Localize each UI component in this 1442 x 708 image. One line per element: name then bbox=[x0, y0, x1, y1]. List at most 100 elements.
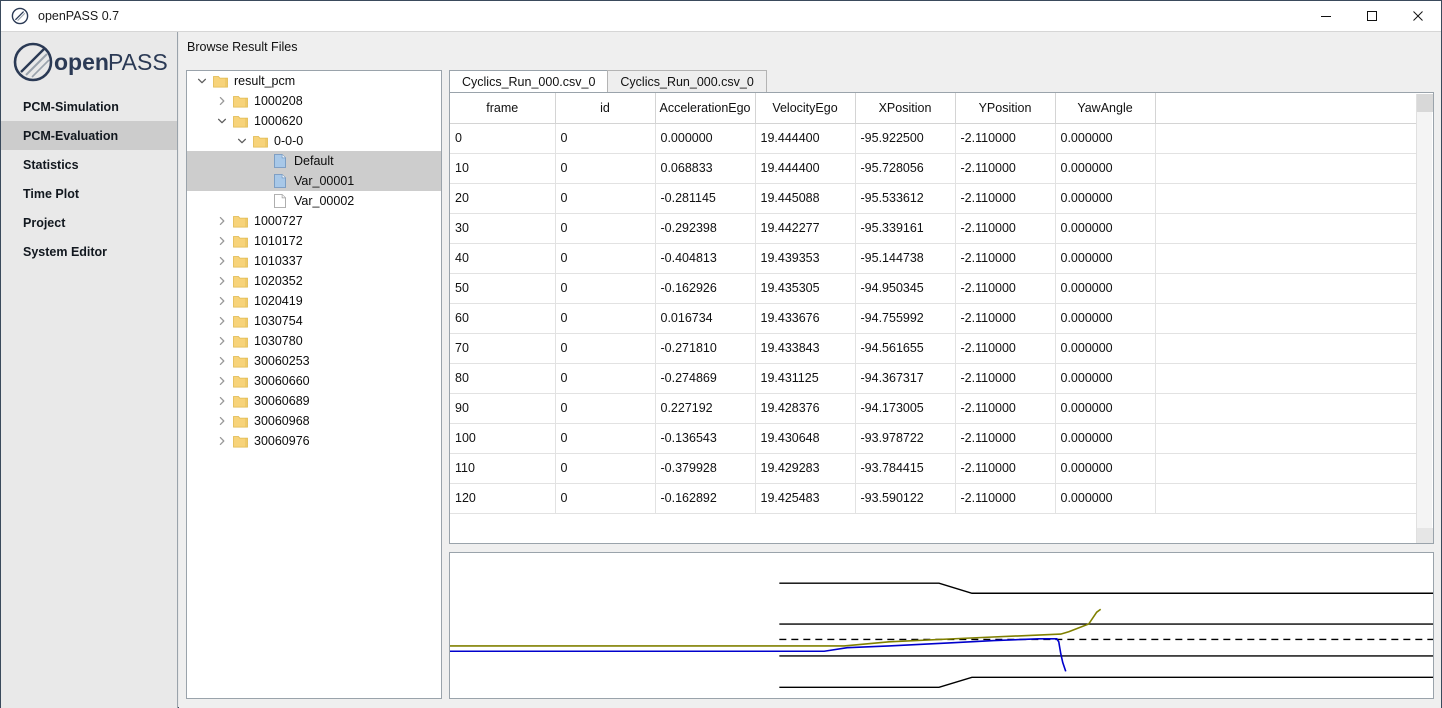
table-cell[interactable]: -0.162892 bbox=[655, 483, 756, 514]
table-cell[interactable]: 19.433843 bbox=[755, 333, 856, 364]
table-cell[interactable]: 10 bbox=[450, 153, 556, 184]
column-header-id[interactable]: id bbox=[555, 93, 656, 124]
table-cell[interactable]: -95.533612 bbox=[855, 183, 956, 214]
tree-node-1030754[interactable]: 1030754 bbox=[187, 311, 441, 331]
chevron-right-icon[interactable] bbox=[213, 416, 230, 426]
tree-node-var-00002[interactable]: Var_00002 bbox=[187, 191, 441, 211]
table-row[interactable]: 100 0 -0.136543 19.430648 -93.978722 -2.11000… bbox=[450, 423, 1417, 454]
table-row[interactable]: 70 0 -0.271810 19.433843 -94.561655 -2.110000… bbox=[450, 333, 1417, 364]
column-header-accelerationego[interactable]: AccelerationEgo bbox=[655, 93, 756, 124]
table-cell[interactable]: 19.435305 bbox=[755, 273, 856, 304]
table-cell[interactable]: 19.439353 bbox=[755, 243, 856, 274]
table-cell[interactable]: 0.000000 bbox=[655, 123, 756, 154]
table-cell[interactable]: 0 bbox=[555, 213, 656, 244]
minimize-button[interactable] bbox=[1303, 1, 1349, 32]
table-cell[interactable]: 0.068833 bbox=[655, 153, 756, 184]
table-cell[interactable]: 0.000000 bbox=[1055, 273, 1156, 304]
table-cell[interactable]: 110 bbox=[450, 453, 556, 484]
table-cell[interactable]: 0.000000 bbox=[1055, 393, 1156, 424]
table-cell[interactable]: -94.950345 bbox=[855, 273, 956, 304]
table-cell[interactable]: 19.428376 bbox=[755, 393, 856, 424]
table-cell[interactable]: -2.110000 bbox=[955, 393, 1056, 424]
table-cell[interactable]: -2.110000 bbox=[955, 243, 1056, 274]
table-cell[interactable]: 19.429283 bbox=[755, 453, 856, 484]
table-cell[interactable]: -2.110000 bbox=[955, 333, 1056, 364]
table-cell[interactable]: -2.110000 bbox=[955, 303, 1056, 334]
table-row[interactable]: 40 0 -0.404813 19.439353 -95.144738 -2.110000… bbox=[450, 243, 1417, 274]
table-cell[interactable]: 60 bbox=[450, 303, 556, 334]
sidebar-item-pcm-simulation[interactable]: PCM-Simulation bbox=[1, 92, 177, 121]
table-cell[interactable]: 120 bbox=[450, 483, 556, 514]
column-header-velocityego[interactable]: VelocityEgo bbox=[755, 93, 856, 124]
table-cell[interactable]: 0.016734 bbox=[655, 303, 756, 334]
table-cell[interactable]: 0.000000 bbox=[1055, 153, 1156, 184]
table-cell[interactable]: 19.444400 bbox=[755, 153, 856, 184]
table-cell[interactable]: 0 bbox=[555, 423, 656, 454]
table-row[interactable]: 20 0 -0.281145 19.445088 -95.533612 -2.110000… bbox=[450, 183, 1417, 214]
table-row[interactable]: 120 0 -0.162892 19.425483 -93.590122 -2.11000… bbox=[450, 483, 1417, 514]
table-cell[interactable]: 0.000000 bbox=[1055, 123, 1156, 154]
table-cell[interactable]: -0.281145 bbox=[655, 183, 756, 214]
table-cell[interactable]: 0 bbox=[450, 123, 556, 154]
chevron-right-icon[interactable] bbox=[213, 296, 230, 306]
maximize-button[interactable] bbox=[1349, 1, 1395, 32]
table-cell[interactable]: -95.144738 bbox=[855, 243, 956, 274]
chevron-right-icon[interactable] bbox=[213, 276, 230, 286]
table-cell[interactable]: -2.110000 bbox=[955, 123, 1056, 154]
tree-node-var-00001[interactable]: Var_00001 bbox=[187, 171, 441, 191]
sidebar-item-project[interactable]: Project bbox=[1, 208, 177, 237]
table-cell[interactable]: -94.367317 bbox=[855, 363, 956, 394]
chevron-right-icon[interactable] bbox=[213, 396, 230, 406]
table-cell[interactable]: 100 bbox=[450, 423, 556, 454]
chevron-right-icon[interactable] bbox=[213, 356, 230, 366]
table-row[interactable]: 50 0 -0.162926 19.435305 -94.950345 -2.110000… bbox=[450, 273, 1417, 304]
chevron-right-icon[interactable] bbox=[213, 376, 230, 386]
tree-node-1000208[interactable]: 1000208 bbox=[187, 91, 441, 111]
table-cell[interactable]: 0 bbox=[555, 183, 656, 214]
table-cell[interactable]: 0.000000 bbox=[1055, 453, 1156, 484]
sidebar-item-pcm-evaluation[interactable]: PCM-Evaluation bbox=[1, 121, 177, 150]
table-row[interactable]: 60 0 0.016734 19.433676 -94.755992 -2.110000 0… bbox=[450, 303, 1417, 334]
chevron-right-icon[interactable] bbox=[213, 96, 230, 106]
tree-node-30060253[interactable]: 30060253 bbox=[187, 351, 441, 371]
table-cell[interactable]: -93.784415 bbox=[855, 453, 956, 484]
tree-node-default[interactable]: Default bbox=[187, 151, 441, 171]
table-cell[interactable]: 19.433676 bbox=[755, 303, 856, 334]
table-cell[interactable]: -2.110000 bbox=[955, 363, 1056, 394]
table-cell[interactable]: -95.339161 bbox=[855, 213, 956, 244]
table-row[interactable]: 90 0 0.227192 19.428376 -94.173005 -2.110000 0… bbox=[450, 393, 1417, 424]
table-cell[interactable]: 0 bbox=[555, 273, 656, 304]
table-cell[interactable]: -2.110000 bbox=[955, 273, 1056, 304]
column-header-frame[interactable]: frame bbox=[450, 93, 556, 124]
table-cell[interactable]: 0.000000 bbox=[1055, 423, 1156, 454]
chevron-right-icon[interactable] bbox=[213, 236, 230, 246]
table-cell[interactable]: -0.404813 bbox=[655, 243, 756, 274]
table-row[interactable]: 110 0 -0.379928 19.429283 -93.784415 -2.11000… bbox=[450, 453, 1417, 484]
tree-node-0-0-0[interactable]: 0-0-0 bbox=[187, 131, 441, 151]
table-cell[interactable]: 0.000000 bbox=[1055, 333, 1156, 364]
table-cell[interactable]: 19.445088 bbox=[755, 183, 856, 214]
table-cell[interactable]: 50 bbox=[450, 273, 556, 304]
table-cell[interactable]: -0.136543 bbox=[655, 423, 756, 454]
scrollbar-down-arrow[interactable] bbox=[1417, 528, 1433, 543]
sidebar-item-time-plot[interactable]: Time Plot bbox=[1, 179, 177, 208]
table-vertical-scrollbar[interactable] bbox=[1416, 94, 1433, 543]
table-row[interactable]: 30 0 -0.292398 19.442277 -95.339161 -2.110000… bbox=[450, 213, 1417, 244]
table-cell[interactable]: -2.110000 bbox=[955, 423, 1056, 454]
chevron-right-icon[interactable] bbox=[213, 216, 230, 226]
table-cell[interactable]: 0 bbox=[555, 303, 656, 334]
tree-node-result-pcm[interactable]: result_pcm bbox=[187, 71, 441, 91]
table-row[interactable]: 80 0 -0.274869 19.431125 -94.367317 -2.110000… bbox=[450, 363, 1417, 394]
chevron-down-icon[interactable] bbox=[213, 116, 230, 126]
tree-node-30060660[interactable]: 30060660 bbox=[187, 371, 441, 391]
table-cell[interactable]: 0 bbox=[555, 453, 656, 484]
table-row[interactable]: 10 0 0.068833 19.444400 -95.728056 -2.110000 0… bbox=[450, 153, 1417, 184]
table-cell[interactable]: -93.590122 bbox=[855, 483, 956, 514]
table-cell[interactable]: 0.227192 bbox=[655, 393, 756, 424]
table-cell[interactable]: 19.431125 bbox=[755, 363, 856, 394]
tree-node-30060976[interactable]: 30060976 bbox=[187, 431, 441, 451]
tree-node-30060689[interactable]: 30060689 bbox=[187, 391, 441, 411]
tree-node-30060968[interactable]: 30060968 bbox=[187, 411, 441, 431]
table-cell[interactable]: 0 bbox=[555, 123, 656, 154]
tree-node-1000727[interactable]: 1000727 bbox=[187, 211, 441, 231]
